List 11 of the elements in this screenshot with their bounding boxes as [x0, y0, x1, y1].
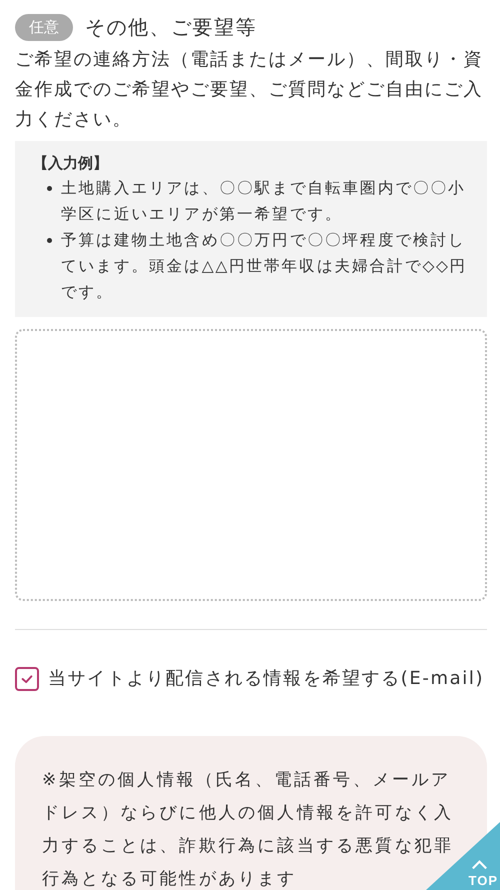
- example-text: 土地購入エリアは、〇〇駅まで自転車圏内で〇〇小学区に近いエリアが第一希望です。: [61, 178, 467, 225]
- newsletter-checkbox[interactable]: [15, 667, 39, 691]
- field-description: ご希望の連絡方法（電話またはメール）、間取り・資金作成でのご希望やご要望、ご質問などご自由にご入力ください。: [15, 48, 484, 132]
- bullet-icon: [47, 238, 52, 243]
- example-text: 予算は建物土地含め〇〇万円で〇〇坪程度で検討しています。頭金は△△円世帯年収は夫婦合計で◇◇円です。: [61, 230, 468, 303]
- bullet-icon: [47, 186, 52, 191]
- field-title: その他、ご要望等: [85, 14, 257, 41]
- chevron-up-icon: [471, 860, 488, 870]
- newsletter-label: 当サイトより配信される情報を希望する(E-mail): [48, 667, 484, 691]
- example-heading: 【入力例】: [33, 153, 109, 174]
- optional-badge: 任意: [15, 14, 73, 41]
